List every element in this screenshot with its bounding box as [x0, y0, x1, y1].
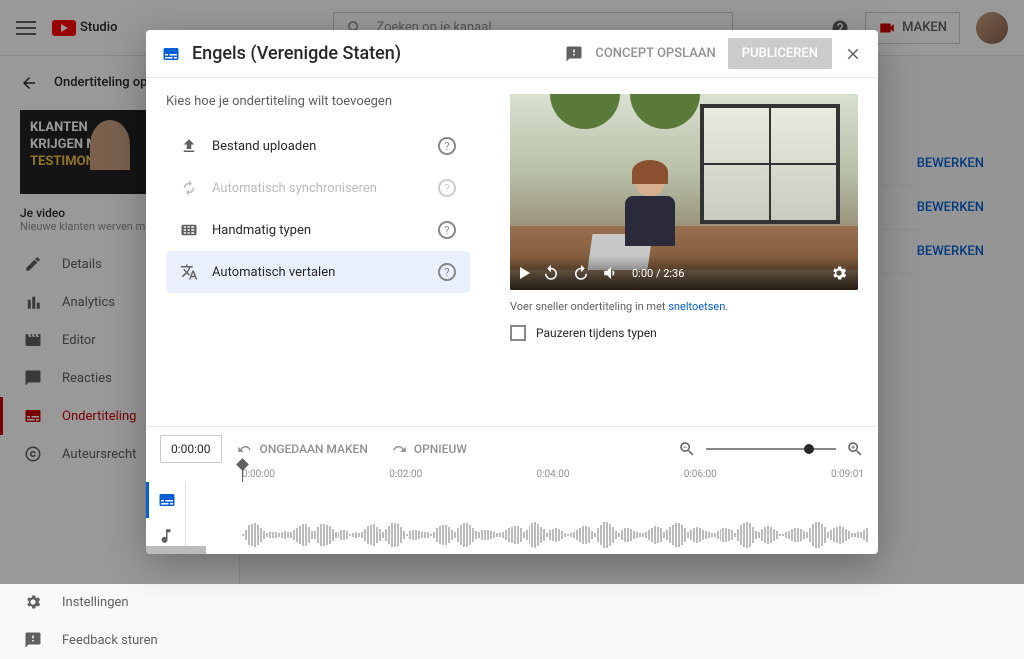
undo-icon [236, 440, 254, 458]
timeline-ruler[interactable]: 0:00:00 0:02:00 0:04:00 0:06:00 0:09:01 [146, 463, 878, 482]
nav-feedback[interactable]: Feedback sturen [0, 621, 239, 659]
publish-button[interactable]: PUBLICEREN [728, 38, 832, 69]
rewind-icon[interactable] [542, 264, 560, 282]
close-icon[interactable] [844, 45, 862, 63]
volume-icon[interactable] [602, 264, 620, 282]
help-icon[interactable]: ? [438, 221, 456, 239]
option-upload[interactable]: Bestand uploaden ? [166, 125, 470, 167]
zoom-slider[interactable] [706, 448, 836, 450]
dialog-header: Engels (Verenigde Staten) CONCEPT OPSLAA… [146, 30, 878, 78]
timeline-toolbar: 0:00:00 ONGEDAAN MAKEN OPNIEUW [146, 426, 878, 463]
track-icons [146, 482, 186, 554]
nav-label: Feedback sturen [62, 633, 158, 648]
subtitle-track-icon[interactable] [146, 482, 185, 518]
help-icon[interactable]: ? [438, 137, 456, 155]
nav-settings[interactable]: Instellingen [0, 583, 239, 621]
subtitles-icon [162, 45, 180, 63]
dialog-right: 0:00 / 2:36 Voer sneller ondertiteling i… [490, 78, 878, 426]
player-controls: 0:00 / 2:36 [510, 256, 858, 290]
ruler-tick: 0:02:00 [389, 469, 422, 480]
subtitle-dialog: Engels (Verenigde Staten) CONCEPT OPSLAA… [146, 30, 878, 554]
settings-icon[interactable] [830, 264, 848, 282]
option-label: Automatisch synchroniseren [212, 181, 424, 196]
zoom-out-icon[interactable] [678, 440, 696, 458]
ruler-tick: 0:09:01 [831, 469, 864, 480]
choose-text: Kies hoe je ondertiteling wilt toevoegen [166, 94, 470, 109]
help-icon: ? [438, 179, 456, 197]
redo-label: OPNIEUW [414, 442, 467, 456]
feedback-icon [24, 631, 42, 649]
hint-pre: Voer sneller ondertiteling in met [510, 300, 668, 313]
zoom-control [678, 440, 864, 458]
scrollbar-thumb[interactable] [146, 546, 206, 554]
sync-icon [180, 179, 198, 197]
shortcut-hint: Voer sneller ondertiteling in met snelto… [510, 300, 858, 313]
pause-label: Pauzeren tijdens typen [536, 326, 657, 340]
timecode-input[interactable]: 0:00:00 [160, 435, 222, 463]
option-autotranslate[interactable]: Automatisch vertalen ? [166, 251, 470, 293]
upload-icon [180, 137, 198, 155]
translate-icon [180, 263, 198, 281]
pause-row: Pauzeren tijdens typen [510, 325, 858, 341]
zoom-thumb[interactable] [804, 444, 814, 454]
dialog-left: Kies hoe je ondertiteling wilt toevoegen… [146, 78, 490, 426]
redo-icon [390, 440, 408, 458]
forward-icon[interactable] [572, 264, 590, 282]
nav-label: Instellingen [62, 595, 129, 610]
waveform [242, 522, 868, 548]
video-player[interactable]: 0:00 / 2:36 [510, 94, 858, 290]
ruler-tick: 0:06:00 [684, 469, 717, 480]
player-time: 0:00 / 2:36 [632, 267, 684, 280]
option-manual[interactable]: Handmatig typen ? [166, 209, 470, 251]
save-draft-button[interactable]: CONCEPT OPSLAAN [595, 46, 715, 61]
dialog-header-right: CONCEPT OPSLAAN PUBLICEREN [565, 38, 862, 69]
ruler-tick: 0:00:00 [242, 469, 275, 480]
feedback-icon[interactable] [565, 45, 583, 63]
gear-icon [24, 593, 42, 611]
track-body[interactable] [186, 482, 878, 554]
ruler-tick: 0:04:00 [537, 469, 570, 480]
zoom-in-icon[interactable] [846, 440, 864, 458]
hint-post: . [725, 300, 728, 313]
option-label: Handmatig typen [212, 223, 424, 238]
dialog-title: Engels (Verenigde Staten) [192, 43, 401, 64]
timeline-tracks [146, 482, 878, 554]
play-icon[interactable] [520, 267, 530, 279]
shortcuts-link[interactable]: sneltoetsen [668, 300, 725, 313]
dialog-body: Kies hoe je ondertiteling wilt toevoegen… [146, 78, 878, 426]
keyboard-icon [180, 221, 198, 239]
redo-button[interactable]: OPNIEUW [382, 436, 475, 462]
option-label: Automatisch vertalen [212, 265, 424, 280]
option-autosync: Automatisch synchroniseren ? [166, 167, 470, 209]
help-icon[interactable]: ? [438, 263, 456, 281]
undo-label: ONGEDAAN MAKEN [260, 442, 368, 456]
option-label: Bestand uploaden [212, 139, 424, 154]
undo-button[interactable]: ONGEDAAN MAKEN [228, 436, 376, 462]
pause-checkbox[interactable] [510, 325, 526, 341]
